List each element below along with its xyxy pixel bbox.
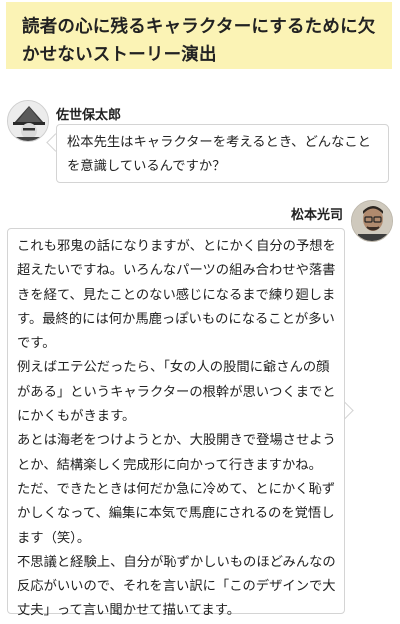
artist-paragraph: ただ、できたときは何だか急に冷めて、とにかく恥ずかしくなって、編集に本気で馬鹿に…	[17, 481, 336, 546]
interviewer-name: 佐世保太郎	[56, 108, 122, 123]
artist-name: 松本光司	[290, 208, 343, 223]
artist-paragraph: これも邪鬼の話になりますが、とにかく自分の予想を超えたいですね。いろんなパーツの…	[17, 239, 336, 352]
article-heading: 読者の心に残るキャラクターにするために欠かせないストーリー演出	[6, 2, 392, 69]
artist-paragraph: 例えばエテ公だったら、「女の人の股間に爺さんの顔がある」というキャラクターの根幹…	[17, 360, 336, 425]
artist-message-bubble: これも邪鬼の話になりますが、とにかく自分の予想を超えたいですね。いろんなパーツの…	[7, 228, 345, 618]
artist-paragraph: あとは海老をつけようとか、大股開きで登場させようとか、結構楽しく完成形に向かって…	[17, 433, 336, 473]
interviewer-message-bubble: 松本先生はキャラクターを考えるとき、どんなことを意識しているんですか？	[56, 124, 389, 183]
samurai-kasa-avatar-icon	[7, 100, 49, 142]
artist-paragraph: 不思議と経験上、自分が恥ずかしいものほどみんなの反応がいいので、それを言い訳に「…	[17, 554, 336, 619]
interviewer-message: 松本先生はキャラクターを考えるとき、どんなことを意識しているんですか？	[67, 135, 371, 175]
man-with-glasses-avatar-icon	[351, 200, 393, 242]
